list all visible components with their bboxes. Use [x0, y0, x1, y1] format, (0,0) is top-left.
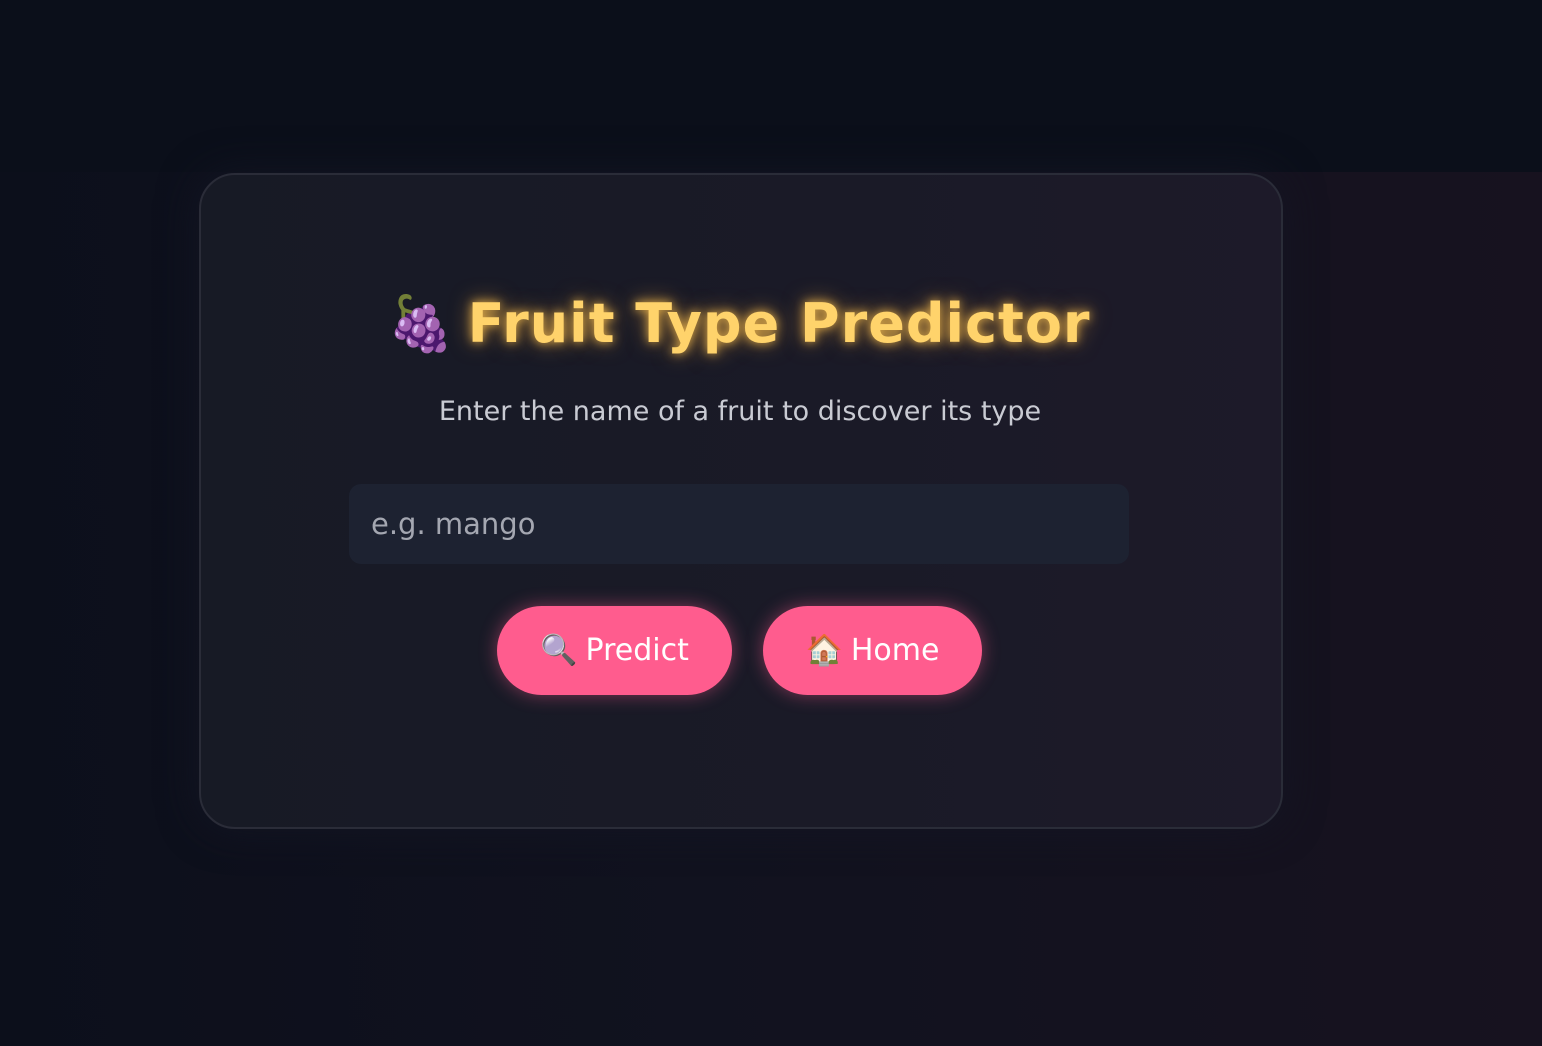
predict-button[interactable]: 🔍 Predict	[497, 606, 732, 695]
grapes-icon: 🍇	[387, 292, 456, 355]
page-background-top	[0, 0, 1542, 172]
home-button-label: Home	[850, 633, 940, 668]
home-button[interactable]: 🏠 Home	[763, 606, 982, 695]
page-title: 🍇 Fruit Type Predictor	[0, 292, 1478, 356]
page-title-text: Fruit Type Predictor	[467, 292, 1091, 355]
page-subtitle: Enter the name of a fruit to discover it…	[438, 396, 1042, 427]
house-icon: 🏠	[805, 633, 843, 668]
magnifying-glass-icon: 🔍	[540, 633, 578, 668]
predict-button-label: Predict	[585, 633, 689, 668]
fruit-name-input[interactable]	[349, 484, 1129, 564]
